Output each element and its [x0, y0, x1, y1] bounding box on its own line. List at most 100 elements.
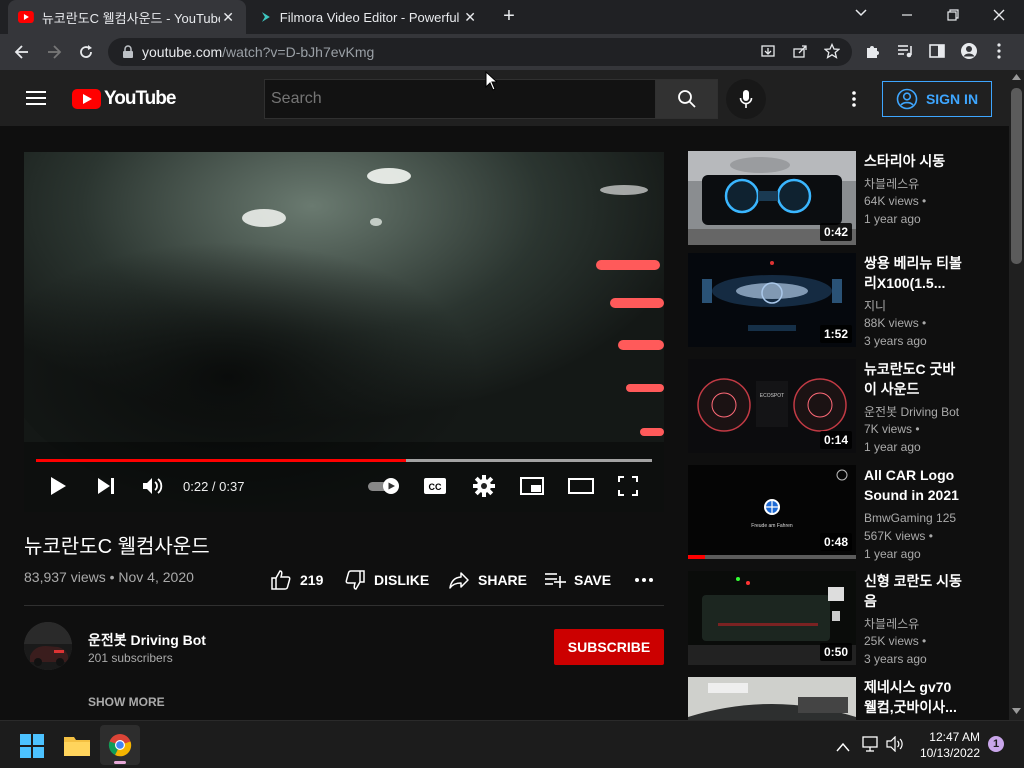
show-hidden-icons-chevron-icon[interactable]: [836, 739, 850, 757]
video-thumbnail[interactable]: 0:42: [688, 151, 856, 245]
play-button[interactable]: [46, 474, 70, 498]
hamburger-menu-icon[interactable]: [26, 90, 46, 111]
subscribe-button[interactable]: SUBSCRIBE: [554, 629, 664, 665]
install-app-icon[interactable]: [760, 43, 776, 62]
share-button[interactable]: SHARE: [448, 568, 527, 592]
page-scrollbar[interactable]: [1009, 70, 1024, 720]
video-duration: 1:52: [819, 325, 852, 343]
voice-search-button[interactable]: [726, 79, 766, 119]
restore-window-icon[interactable]: [946, 8, 966, 24]
share-label: SHARE: [478, 572, 528, 588]
notification-badge[interactable]: 1: [988, 736, 1004, 752]
recommended-video[interactable]: 0:42 스타리아 시동 차블레스유 64K views • 1 year ag…: [688, 151, 1008, 245]
autoplay-toggle[interactable]: [366, 474, 402, 498]
video-thumbnail[interactable]: ECOSPOT 0:14: [688, 359, 856, 453]
bookmark-star-icon[interactable]: [823, 42, 841, 62]
address-bar[interactable]: youtube.com/watch?v=D-bJh7evKmg: [108, 38, 852, 66]
youtube-logo[interactable]: YouTube: [72, 88, 176, 110]
close-window-icon[interactable]: [992, 8, 1012, 24]
recommended-title[interactable]: All CAR Logo Sound in 2021: [864, 465, 964, 505]
video-duration: 0:14: [819, 431, 852, 449]
scroll-down-arrow-icon[interactable]: [1012, 708, 1021, 714]
media-queue-icon[interactable]: [896, 42, 914, 65]
show-more-link[interactable]: SHOW MORE: [88, 695, 165, 709]
dislike-label: DISLIKE: [374, 572, 430, 588]
video-frame: [24, 152, 664, 512]
progress-bar[interactable]: [36, 459, 652, 462]
side-panel-icon[interactable]: [928, 42, 946, 65]
video-thumbnail[interactable]: [688, 677, 856, 720]
video-thumbnail[interactable]: 1:52: [688, 253, 856, 347]
recommended-video[interactable]: Freude am Fahren 0:48 All CAR Logo Sound…: [688, 465, 1008, 561]
recommended-channel[interactable]: 차블레스유: [864, 615, 919, 632]
recommended-video[interactable]: 1:52 쌍용 베리뉴 티볼리X100(1.5... 지니 88K views …: [688, 253, 1008, 348]
recommended-title[interactable]: 스타리아 시동: [864, 151, 964, 171]
settings-button[interactable]: [472, 474, 496, 498]
tab-youtube[interactable]: 뉴코란도C 웰컴사운드 - YouTube ✕: [8, 0, 246, 34]
like-button[interactable]: 219: [270, 568, 323, 592]
channel-name[interactable]: 운전봇 Driving Bot: [88, 630, 206, 650]
tab-search-chevron-icon[interactable]: [854, 6, 872, 26]
recommended-channel[interactable]: BmwGaming 125: [864, 511, 956, 525]
forward-arrow-icon[interactable]: [42, 40, 66, 64]
speaker-icon[interactable]: [886, 735, 904, 757]
search-input[interactable]: [264, 79, 656, 119]
theater-mode-button[interactable]: [566, 474, 596, 498]
recommended-title[interactable]: 제네시스 gv70 웰컴,굿바이사...: [864, 677, 964, 717]
dislike-button[interactable]: DISLIKE: [344, 568, 429, 592]
minimize-window-icon[interactable]: [900, 8, 920, 24]
recommended-video[interactable]: ECOSPOT 0:14 뉴코란도C 굿바이 사운드 운전봇 Driving B…: [688, 359, 1008, 454]
search-button[interactable]: [655, 79, 718, 119]
settings-kebab-icon[interactable]: [851, 90, 857, 113]
mute-button[interactable]: [140, 474, 166, 498]
fullscreen-button[interactable]: [616, 474, 640, 498]
tab-filmora[interactable]: Filmora Video Editor - Powerful V ✕: [250, 0, 488, 34]
recommended-video[interactable]: 제네시스 gv70 웰컴,굿바이사...: [688, 677, 1008, 720]
recommended-title[interactable]: 뉴코란도C 굿바이 사운드: [864, 359, 964, 399]
reload-icon[interactable]: [74, 40, 98, 64]
extensions-puzzle-icon[interactable]: [864, 42, 882, 65]
save-button[interactable]: SAVE: [544, 568, 611, 592]
windows-taskbar: 12:47 AM 10/13/2022 1: [0, 720, 1024, 768]
channel-avatar-image: [24, 622, 72, 670]
next-button[interactable]: [94, 474, 118, 498]
browser-menu-kebab-icon[interactable]: [996, 42, 1002, 65]
scroll-up-arrow-icon[interactable]: [1012, 74, 1021, 80]
windows-start-icon[interactable]: [20, 734, 44, 763]
share-page-icon[interactable]: [792, 43, 808, 62]
recommended-title[interactable]: 쌍용 베리뉴 티볼리X100(1.5...: [864, 253, 964, 293]
channel-avatar[interactable]: [24, 622, 72, 670]
profile-avatar-icon[interactable]: [960, 42, 978, 65]
taskbar-clock[interactable]: 12:47 AM 10/13/2022: [918, 729, 980, 761]
video-thumbnail[interactable]: Freude am Fahren 0:48: [688, 465, 856, 559]
file-explorer-icon[interactable]: [64, 734, 90, 761]
chrome-taskbar-button[interactable]: [100, 725, 140, 765]
scrollbar-thumb[interactable]: [1011, 88, 1022, 264]
dash-label: ECOSPOT: [760, 393, 784, 399]
recommended-age: 1 year ago: [864, 440, 921, 454]
new-tab-button[interactable]: +: [499, 6, 519, 26]
recommended-channel[interactable]: 차블레스유: [864, 175, 919, 192]
back-arrow-icon[interactable]: [10, 40, 34, 64]
recommended-channel[interactable]: 지니: [864, 297, 886, 314]
recommended-channel[interactable]: 운전봇 Driving Bot: [864, 403, 959, 420]
recommended-video[interactable]: 0:50 신형 코란도 시동음 차블레스유 25K views • 3 year…: [688, 571, 1008, 666]
browser-tab-strip: 뉴코란도C 웰컴사운드 - YouTube ✕ Filmora Video Ed…: [0, 0, 1024, 34]
more-actions-icon[interactable]: [634, 570, 654, 595]
search-icon: [677, 90, 696, 108]
miniplayer-button[interactable]: [518, 474, 546, 498]
watch-progress-fill: [688, 555, 705, 559]
recommended-age: 3 years ago: [864, 652, 927, 666]
captions-button[interactable]: CC: [422, 474, 448, 498]
network-icon[interactable]: [862, 736, 880, 757]
youtube-favicon-icon: [18, 11, 34, 23]
clock-time: 12:47 AM: [929, 730, 980, 744]
recommended-title[interactable]: 신형 코란도 시동음: [864, 571, 964, 611]
video-player[interactable]: 0:22 / 0:37 CC: [24, 152, 664, 512]
miniplayer-icon: [520, 477, 544, 495]
video-duration: 0:42: [819, 223, 852, 241]
video-thumbnail[interactable]: 0:50: [688, 571, 856, 665]
close-tab-icon[interactable]: ✕: [220, 9, 236, 26]
sign-in-button[interactable]: SIGN IN: [882, 81, 992, 117]
close-tab-icon[interactable]: ✕: [462, 9, 478, 26]
